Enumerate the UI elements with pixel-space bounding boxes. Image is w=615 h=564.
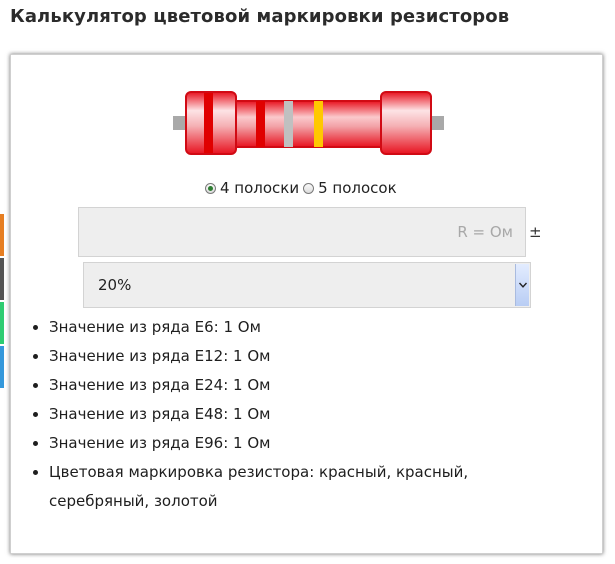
radio-5-bands-label[interactable]: 5 полосок — [318, 179, 397, 197]
radio-4-bands[interactable] — [205, 182, 216, 194]
resistor-illustration — [173, 91, 444, 155]
resistance-input[interactable] — [78, 207, 526, 257]
tolerance-select[interactable]: 20% — [83, 262, 531, 308]
result-e12: Значение из ряда Е12: 1 Ом — [49, 342, 509, 371]
side-share-bar — [0, 214, 4, 390]
radio-4-bands-label[interactable]: 4 полоски — [220, 179, 299, 197]
result-e24: Значение из ряда Е24: 1 Ом — [49, 371, 509, 400]
resistor-band-3 — [284, 101, 293, 147]
band-count-selector: 4 полоски 5 полосок — [205, 179, 401, 197]
radio-5-bands[interactable] — [303, 182, 315, 194]
result-color-code: Цветовая маркировка резистора: красный, … — [49, 458, 509, 516]
side-tab-green[interactable] — [0, 302, 4, 344]
side-tab-orange[interactable] — [0, 214, 4, 256]
result-e48: Значение из ряда Е48: 1 Ом — [49, 400, 509, 429]
resistor-body — [222, 100, 394, 148]
result-e96: Значение из ряда Е96: 1 Ом — [49, 429, 509, 458]
side-tab-gray[interactable] — [0, 258, 4, 300]
resistor-band-2 — [256, 101, 265, 147]
results-list: Значение из ряда Е6: 1 Ом Значение из ря… — [27, 313, 509, 516]
side-tab-blue[interactable] — [0, 346, 4, 388]
tolerance-selected-value: 20% — [98, 276, 132, 294]
result-e6: Значение из ряда Е6: 1 Ом — [49, 313, 509, 342]
resistor-band-4 — [314, 101, 323, 147]
calculator-card: 4 полоски 5 полосок ± 20% Значение из ря… — [10, 54, 603, 554]
chevron-down-icon[interactable] — [515, 264, 529, 306]
plus-minus-sign: ± — [529, 223, 542, 241]
resistor-band-1 — [204, 93, 213, 153]
page-title: Калькулятор цветовой маркировки резистор… — [10, 6, 510, 27]
resistor-cap-right — [380, 91, 432, 155]
